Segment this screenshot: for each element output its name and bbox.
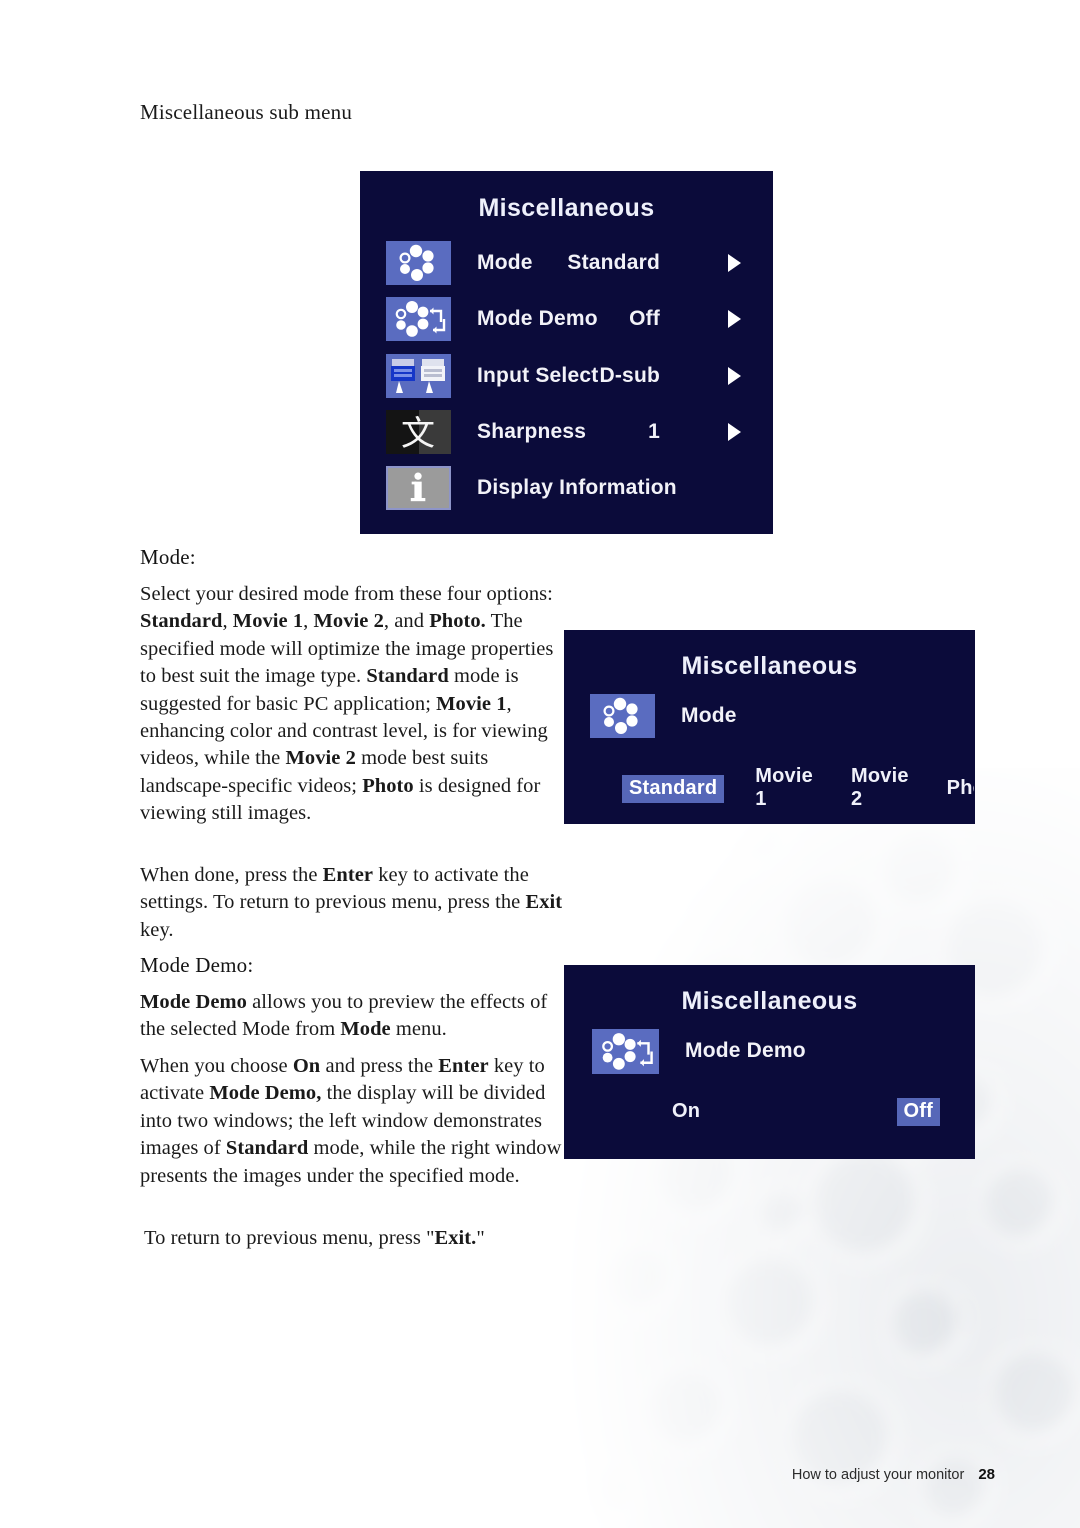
option-on[interactable]: On bbox=[665, 1098, 707, 1126]
osd-row-input-select-label: Input Select bbox=[477, 364, 599, 387]
osd-main-title: Miscellaneous bbox=[478, 194, 655, 222]
page-title: Miscellaneous sub menu bbox=[140, 100, 353, 124]
option-movie-2[interactable]: Movie 2 bbox=[844, 763, 916, 814]
paragraph-mode-demo-details: When you choose On and press the Enter k… bbox=[140, 1055, 562, 1187]
option-movie-1[interactable]: Movie 1 bbox=[748, 763, 820, 814]
osd-mode-selection: Miscellaneous Mode Standard Movie 1 Movi… bbox=[565, 631, 974, 823]
osd-mode-label: Mode bbox=[681, 704, 737, 727]
osd-row-sharpness-value: 1 bbox=[648, 420, 660, 443]
osd-row-mode-demo-value: Off bbox=[629, 307, 660, 330]
paragraph-mode-demo-exit: To return to previous menu, press "Exit.… bbox=[144, 1227, 485, 1249]
osd-row-mode-demo-label: Mode Demo bbox=[477, 307, 598, 330]
sharpness-glyph-icon: 文 bbox=[386, 410, 451, 454]
heading-mode: Mode: bbox=[140, 545, 196, 569]
mode-dots-icon bbox=[386, 241, 451, 285]
osd-row-mode-label: Mode bbox=[477, 251, 533, 274]
paragraph-mode-description: Select your desired mode from these four… bbox=[140, 583, 554, 825]
osd-miscellaneous-menu: Miscellaneous Mode Standard Mode Demo Of… bbox=[361, 172, 772, 533]
paragraph-mode-demo-intro: Mode Demo allows you to preview the effe… bbox=[140, 991, 548, 1041]
osd-mode-title: Miscellaneous bbox=[681, 652, 858, 680]
page-footer: How to adjust your monitor 28 bbox=[792, 1466, 995, 1483]
osd-mode-demo-title: Miscellaneous bbox=[681, 987, 858, 1015]
osd-row-sharpness[interactable]: 文 Sharpness 1 bbox=[361, 405, 772, 459]
osd-row-sharpness-label: Sharpness bbox=[477, 420, 587, 443]
osd-mode-row: Mode bbox=[565, 693, 974, 739]
display-information-icon bbox=[386, 466, 451, 510]
option-photo[interactable]: Photo bbox=[940, 775, 974, 803]
mode-demo-loop-icon bbox=[592, 1028, 659, 1074]
osd-row-mode-demo[interactable]: Mode Demo Off bbox=[361, 292, 772, 346]
osd-mode-demo-options: On Off bbox=[665, 1098, 940, 1126]
paragraph-mode-enter-exit: When done, press the Enter key to activa… bbox=[140, 864, 563, 941]
input-select-plug-icon bbox=[386, 354, 451, 398]
osd-row-display-information-label: Display Information bbox=[477, 476, 677, 499]
osd-mode-demo-selection: Miscellaneous Mode Demo On Off bbox=[565, 966, 974, 1158]
mode-dots-icon bbox=[590, 694, 655, 738]
footer-chapter-label: How to adjust your monitor bbox=[791, 1467, 965, 1483]
mode-demo-loop-icon bbox=[386, 297, 451, 341]
osd-mode-demo-label: Mode Demo bbox=[685, 1039, 806, 1062]
footer-page-number: 28 bbox=[978, 1466, 995, 1483]
osd-row-display-information[interactable]: Display Information bbox=[361, 461, 772, 515]
chevron-right-icon[interactable] bbox=[728, 367, 741, 385]
heading-mode-demo: Mode Demo: bbox=[140, 953, 254, 977]
option-standard[interactable]: Standard bbox=[622, 774, 725, 803]
osd-row-mode-value: Standard bbox=[567, 251, 660, 274]
osd-row-input-select-value: D-sub bbox=[599, 364, 660, 387]
osd-mode-demo-row: Mode Demo bbox=[565, 1028, 974, 1074]
osd-mode-options: Standard Movie 1 Movie 2 Photo bbox=[622, 763, 974, 814]
chevron-right-icon[interactable] bbox=[728, 423, 741, 441]
chevron-right-icon[interactable] bbox=[728, 310, 741, 328]
osd-row-mode[interactable]: Mode Standard bbox=[361, 236, 772, 290]
option-off[interactable]: Off bbox=[896, 1098, 940, 1126]
chevron-right-icon[interactable] bbox=[728, 254, 741, 272]
svg-text:文: 文 bbox=[401, 414, 435, 454]
osd-row-input-select[interactable]: Input Select D-sub bbox=[361, 349, 772, 403]
